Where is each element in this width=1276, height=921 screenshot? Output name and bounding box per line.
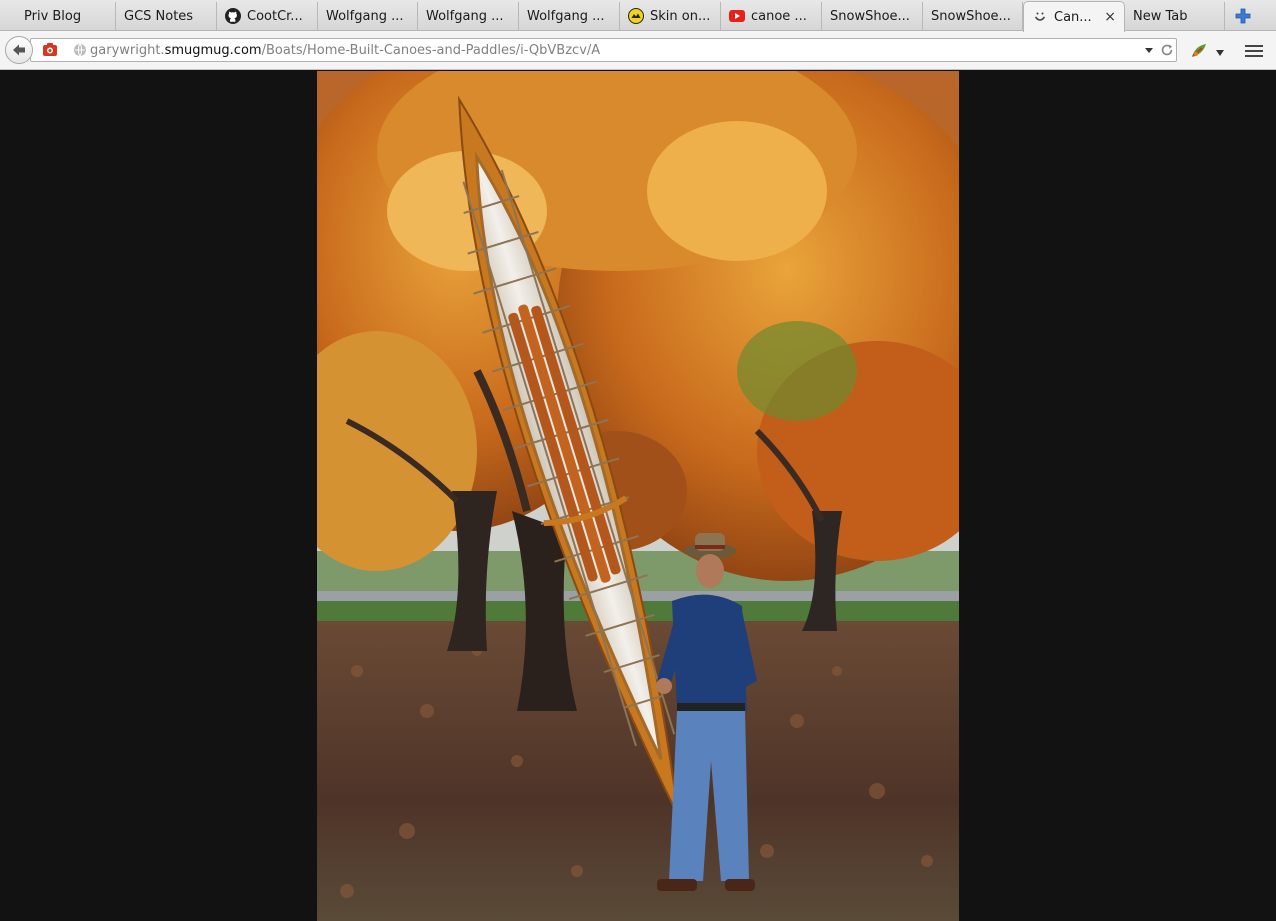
url-prefix: garywright. [90,42,165,58]
url-path: /Boats/Home-Built-Canoes-and-Paddles/i-Q… [261,42,601,58]
tab-snowshoe-1[interactable]: SnowShoe... [822,2,923,30]
plus-icon [1235,8,1251,24]
tab-label: Priv Blog [24,8,82,24]
github-icon [225,8,241,24]
navigation-toolbar: garywright.smugmug.com/Boats/Home-Built-… [0,31,1276,70]
tab-gcs-notes[interactable]: GCS Notes [116,2,217,30]
hamburger-line [1245,55,1263,57]
tab-canoe-youtube[interactable]: canoe ... [721,2,822,30]
tab-label: SnowShoe... [931,8,1011,24]
history-dropdown-icon[interactable] [1144,44,1154,59]
tab-label: GCS Notes [124,8,194,24]
tab-label: Wolfgang ... [527,8,605,24]
url-text[interactable]: garywright.smugmug.com/Boats/Home-Built-… [90,43,600,58]
tab-label: Wolfgang ... [326,8,404,24]
tab-new-tab[interactable]: New Tab [1125,2,1225,30]
yellow-circle-icon [628,8,644,24]
tab-wolfgang-2[interactable]: Wolfgang ... [418,2,519,30]
tab-snowshoe-2[interactable]: SnowShoe... [923,2,1023,30]
tab-label: Can... [1054,9,1092,25]
tab-wolfgang-3[interactable]: Wolfgang ... [519,2,620,30]
close-icon[interactable]: × [1104,9,1116,25]
addon-icon[interactable] [1190,42,1208,64]
tab-label: Wolfgang ... [426,8,504,24]
smugmug-icon [1032,9,1048,25]
tab-wolfgang-1[interactable]: Wolfgang ... [318,2,418,30]
reload-icon[interactable] [1160,43,1174,61]
youtube-icon [729,8,745,24]
tab-priv-blog[interactable]: Priv Blog [16,2,116,30]
photo-image [317,71,959,921]
site-identity-icon[interactable] [73,43,87,61]
new-tab-button[interactable] [1230,4,1256,28]
hamburger-line [1245,50,1263,52]
tab-label: New Tab [1133,8,1188,24]
tab-label: Skin on... [650,8,711,24]
lightbox-page [0,70,1276,921]
tab-label: canoe ... [751,8,807,24]
tab-cootcr[interactable]: CootCr... [217,2,318,30]
address-bar[interactable]: garywright.smugmug.com/Boats/Home-Built-… [30,38,1177,62]
url-domain: smugmug.com [164,42,262,58]
screenshot-addon-icon[interactable] [42,42,58,62]
canoe-photo[interactable] [317,71,959,921]
hamburger-line [1245,45,1263,47]
tab-strip: Priv Blog GCS Notes CootCr... Wolfgang .… [0,0,1276,32]
tab-label: SnowShoe... [830,8,910,24]
tab-label: CootCr... [247,8,303,24]
tab-skin-on[interactable]: Skin on... [620,2,721,30]
back-button[interactable] [5,36,33,64]
addon-dropdown-icon[interactable] [1215,46,1225,61]
tab-canoes-active[interactable]: Can... × [1023,1,1125,32]
back-arrow-icon [13,44,25,56]
menu-button[interactable] [1243,42,1265,60]
